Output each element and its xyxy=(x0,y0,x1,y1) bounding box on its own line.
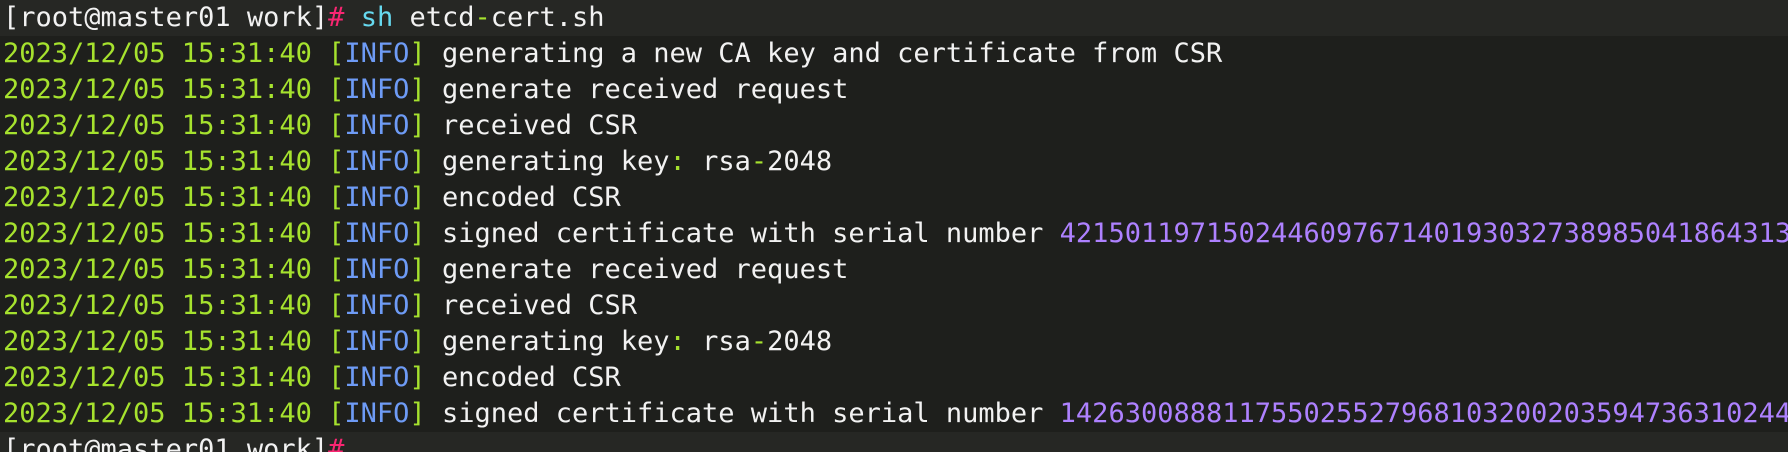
log-level-close-bracket: ] xyxy=(409,362,426,393)
next-prompt-cwd: work xyxy=(246,434,312,452)
log-line: 2023/12/05 15:31:40 [INFO] received CSR xyxy=(0,108,1788,144)
prompt-open-bracket: [ xyxy=(3,2,20,33)
log-timestamp: 2023/12/05 15:31:40 xyxy=(3,362,312,393)
log-key-separator: : xyxy=(669,326,686,357)
log-key-size: 2048 xyxy=(767,326,833,357)
log-level-close-bracket: ] xyxy=(409,38,426,69)
command-arg-part1: etcd xyxy=(409,2,475,33)
log-line: 2023/12/05 15:31:40 [INFO] generate rece… xyxy=(0,252,1788,288)
log-level-close-bracket: ] xyxy=(409,146,426,177)
log-level: INFO xyxy=(344,38,410,69)
prompt-user-host: root@master01 xyxy=(19,2,231,33)
log-line: 2023/12/05 15:31:40 [INFO] received CSR xyxy=(0,288,1788,324)
log-level-close-bracket: ] xyxy=(409,218,426,249)
log-level: INFO xyxy=(344,254,410,285)
log-serial-number: 1426300888117550255279681032002035947363… xyxy=(1059,398,1788,429)
log-line: 2023/12/05 15:31:40 [INFO] generating ke… xyxy=(0,144,1788,180)
log-message: encoded CSR xyxy=(441,182,621,213)
log-level-open-bracket: [ xyxy=(328,146,345,177)
log-level-close-bracket: ] xyxy=(409,290,426,321)
log-message: received CSR xyxy=(441,290,638,321)
log-level-open-bracket: [ xyxy=(328,254,345,285)
log-key-size: 2048 xyxy=(767,146,833,177)
log-level-open-bracket: [ xyxy=(328,74,345,105)
command-program: sh xyxy=(360,2,394,33)
log-level-open-bracket: [ xyxy=(328,362,345,393)
log-level-open-bracket: [ xyxy=(328,110,345,141)
log-level-close-bracket: ] xyxy=(409,326,426,357)
next-prompt-line[interactable]: [root@master01 work]# xyxy=(0,432,1788,452)
prompt-close-bracket: ] xyxy=(311,2,329,33)
log-message: generate received request xyxy=(441,254,849,285)
log-level-open-bracket: [ xyxy=(328,398,345,429)
log-timestamp: 2023/12/05 15:31:40 xyxy=(3,38,312,69)
next-prompt-symbol: # xyxy=(328,434,345,452)
log-timestamp: 2023/12/05 15:31:40 xyxy=(3,146,312,177)
command-arg-part2: cert.sh xyxy=(490,2,605,33)
log-level: INFO xyxy=(344,182,410,213)
log-level: INFO xyxy=(344,74,410,105)
log-message: signed certificate with serial number xyxy=(441,218,1044,249)
log-level-open-bracket: [ xyxy=(328,182,345,213)
log-line: 2023/12/05 15:31:40 [INFO] encoded CSR xyxy=(0,360,1788,396)
log-level-open-bracket: [ xyxy=(328,218,345,249)
log-message: generating key xyxy=(441,146,670,177)
log-level: INFO xyxy=(344,110,410,141)
log-timestamp: 2023/12/05 15:31:40 xyxy=(3,254,312,285)
log-line: 2023/12/05 15:31:40 [INFO] signed certif… xyxy=(0,396,1788,432)
log-key-type: rsa xyxy=(702,146,751,177)
log-key-dash: - xyxy=(750,146,768,177)
log-level-close-bracket: ] xyxy=(409,74,426,105)
log-timestamp: 2023/12/05 15:31:40 xyxy=(3,110,312,141)
log-level-open-bracket: [ xyxy=(328,290,345,321)
log-line: 2023/12/05 15:31:40 [INFO] generate rece… xyxy=(0,72,1788,108)
log-message: encoded CSR xyxy=(441,362,621,393)
log-key-dash: - xyxy=(750,326,768,357)
log-level: INFO xyxy=(344,362,410,393)
log-level-close-bracket: ] xyxy=(409,398,426,429)
log-line: 2023/12/05 15:31:40 [INFO] signed certif… xyxy=(0,216,1788,252)
log-level: INFO xyxy=(344,146,410,177)
log-message: signed certificate with serial number xyxy=(441,398,1044,429)
log-level-open-bracket: [ xyxy=(328,38,345,69)
command-dash: - xyxy=(474,2,491,33)
log-level-close-bracket: ] xyxy=(409,110,426,141)
log-timestamp: 2023/12/05 15:31:40 xyxy=(3,74,312,105)
log-message: generating key xyxy=(441,326,670,357)
log-timestamp: 2023/12/05 15:31:40 xyxy=(3,218,312,249)
log-key-separator: : xyxy=(669,146,686,177)
log-line: 2023/12/05 15:31:40 [INFO] generating a … xyxy=(0,36,1788,72)
log-message: generate received request xyxy=(441,74,849,105)
log-timestamp: 2023/12/05 15:31:40 xyxy=(3,326,312,357)
log-level: INFO xyxy=(344,218,410,249)
log-line: 2023/12/05 15:31:40 [INFO] encoded CSR xyxy=(0,180,1788,216)
log-level: INFO xyxy=(344,290,410,321)
log-output: 2023/12/05 15:31:40 [INFO] generating a … xyxy=(0,36,1788,432)
prompt-symbol: # xyxy=(328,2,345,33)
log-level-close-bracket: ] xyxy=(409,254,426,285)
log-line: 2023/12/05 15:31:40 [INFO] generating ke… xyxy=(0,324,1788,360)
command-prompt-line: [root@master01 work]# sh etcd-cert.sh xyxy=(0,0,1788,36)
terminal-window[interactable]: [root@master01 work]# sh etcd-cert.sh 20… xyxy=(0,0,1788,452)
log-serial-number: 4215011971502446097671401930327389850418… xyxy=(1059,218,1788,249)
log-message: generating a new CA key and certificate … xyxy=(441,38,1223,69)
log-timestamp: 2023/12/05 15:31:40 xyxy=(3,290,312,321)
log-key-type: rsa xyxy=(702,326,751,357)
log-level: INFO xyxy=(344,326,410,357)
log-timestamp: 2023/12/05 15:31:40 xyxy=(3,182,312,213)
log-message: received CSR xyxy=(441,110,638,141)
log-timestamp: 2023/12/05 15:31:40 xyxy=(3,398,312,429)
log-level-open-bracket: [ xyxy=(328,326,345,357)
log-level: INFO xyxy=(344,398,410,429)
log-level-close-bracket: ] xyxy=(409,182,426,213)
prompt-cwd: work xyxy=(246,2,312,33)
next-prompt-user-host: root@master01 xyxy=(19,434,231,452)
